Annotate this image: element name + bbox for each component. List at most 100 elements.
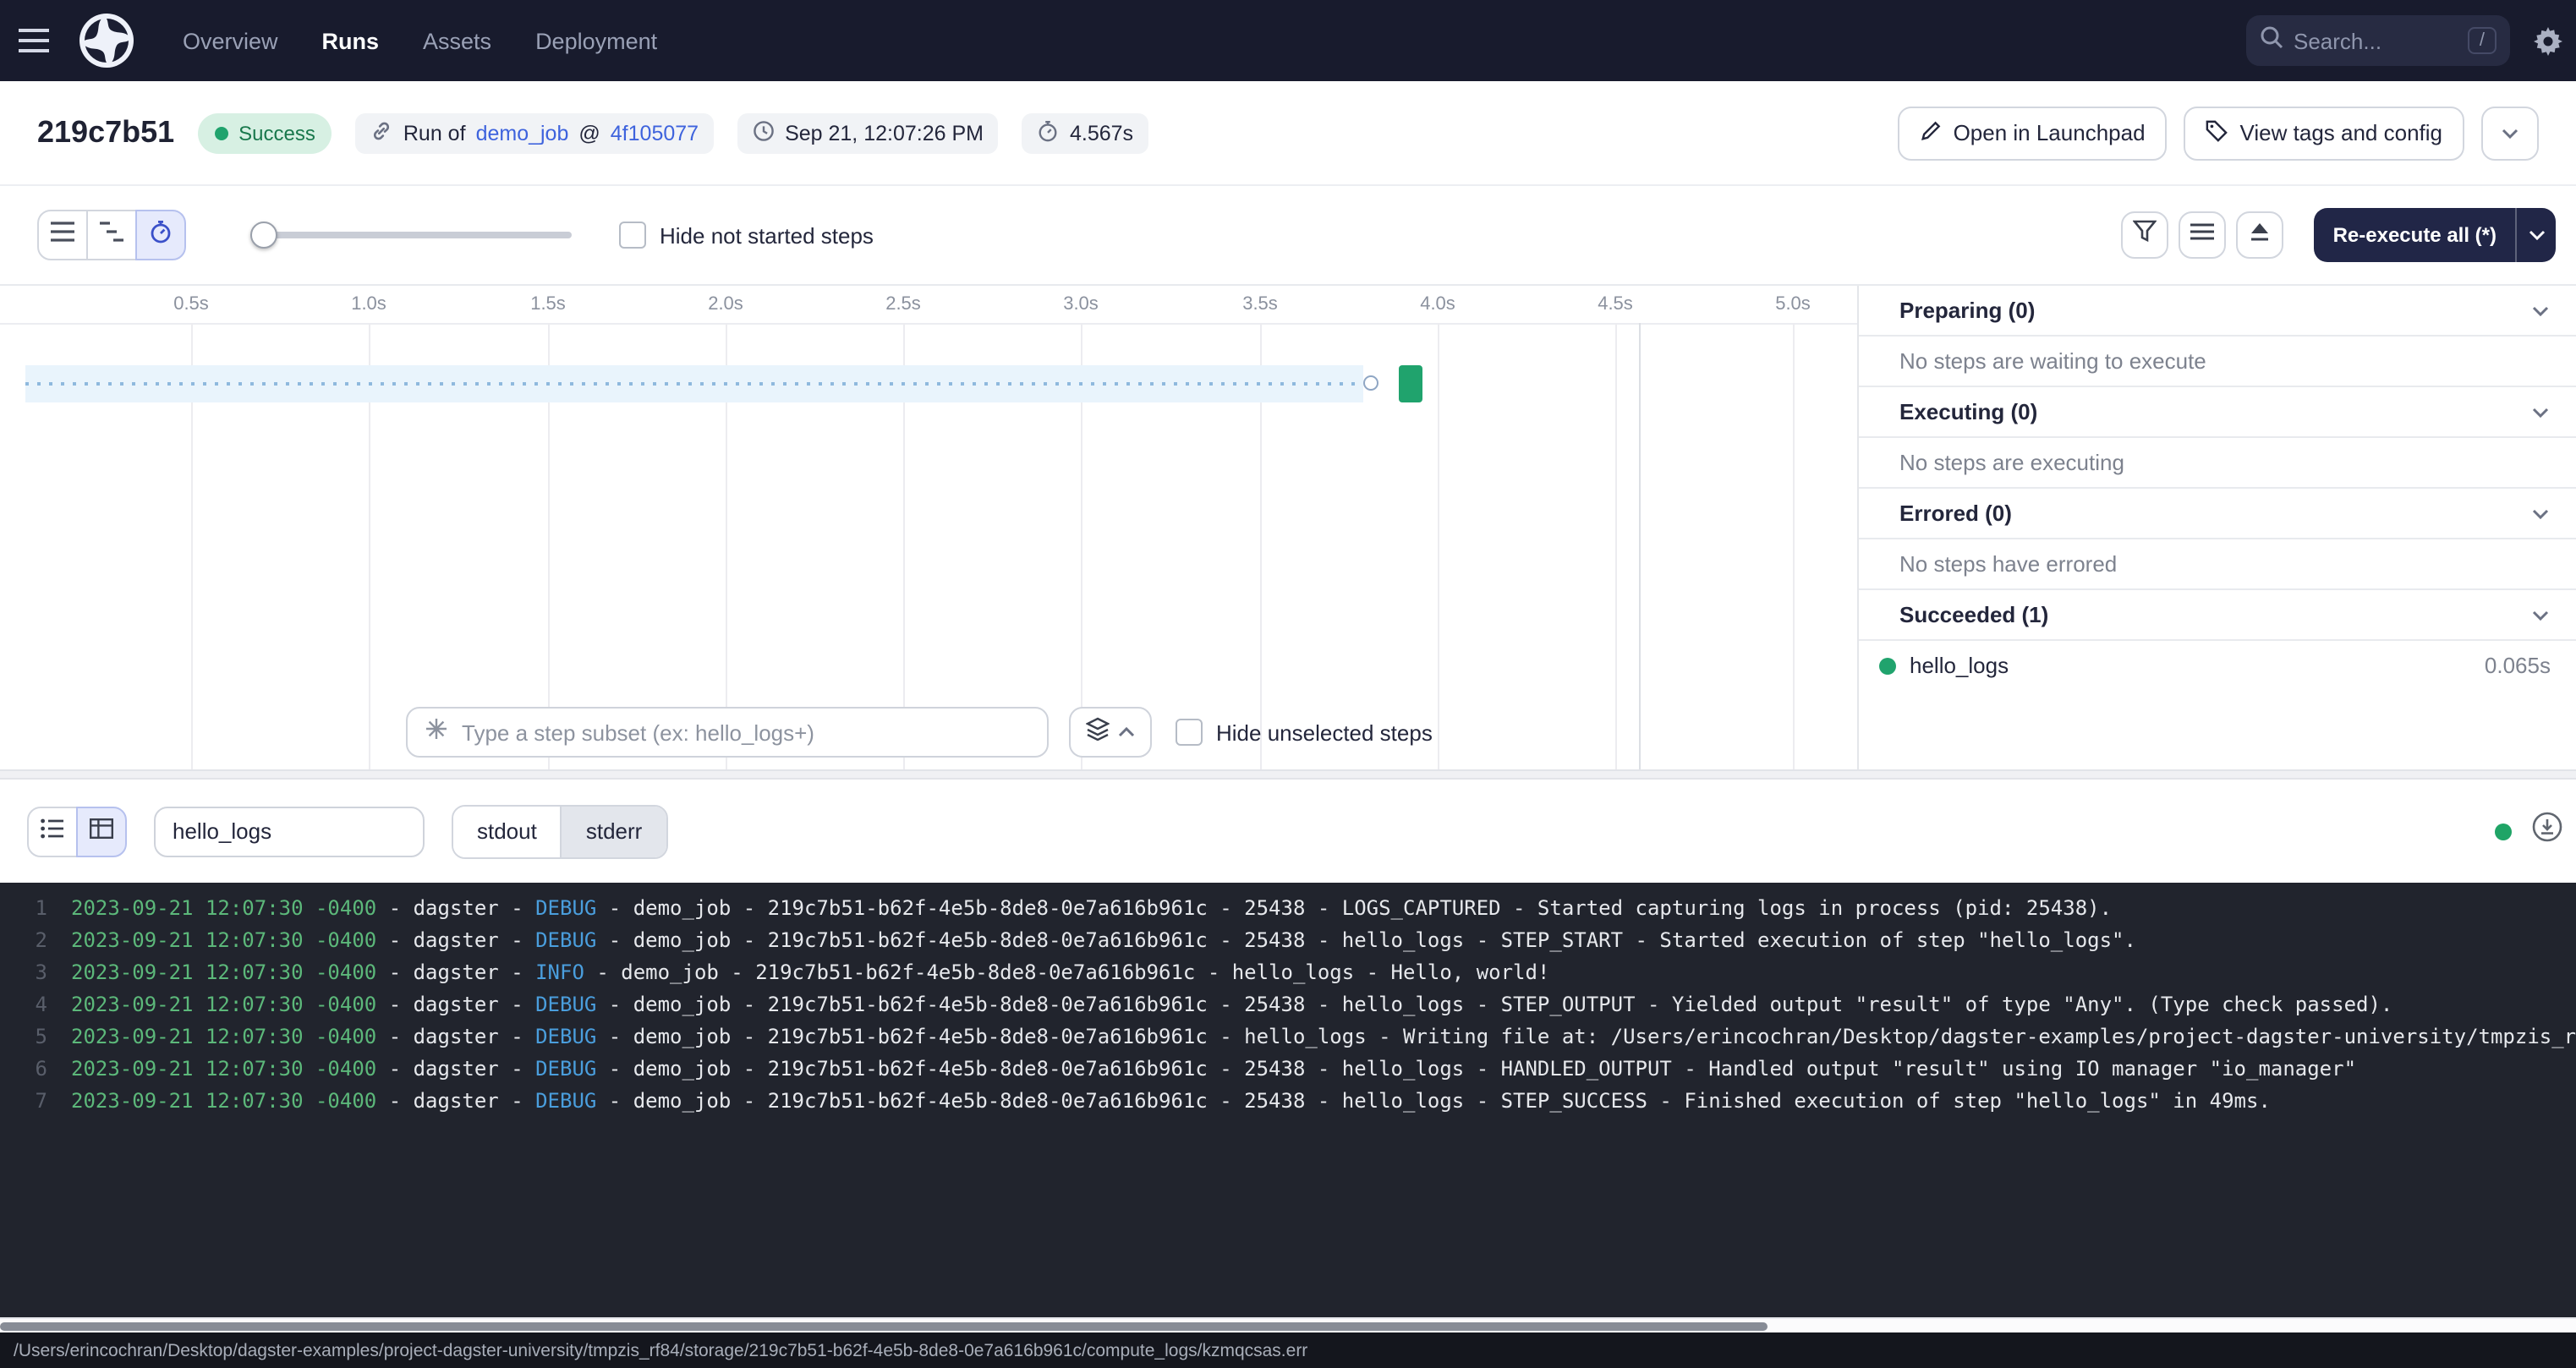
status-badge: Success — [198, 112, 332, 153]
nav-item-overview[interactable]: Overview — [183, 28, 278, 53]
rows-icon — [2191, 220, 2215, 250]
hide-unselected-checkbox[interactable] — [1176, 719, 1203, 746]
hamburger-menu-icon[interactable] — [0, 0, 68, 81]
gantt-view-mode-toggle — [37, 210, 186, 260]
flat-view-button[interactable] — [37, 210, 88, 260]
chevron-down-icon — [2532, 508, 2549, 518]
pencil-icon — [1920, 119, 1942, 146]
log-capture-status-dot — [2495, 823, 2512, 840]
chevron-down-icon — [2532, 305, 2549, 315]
succeeded-step-row[interactable]: hello_logs 0.065s — [1859, 641, 2576, 690]
snapshot-link[interactable]: 4f105077 — [611, 121, 699, 145]
axis-tick-label: 1.5s — [530, 294, 566, 315]
stopwatch-icon — [149, 219, 173, 251]
nav-item-assets[interactable]: Assets — [423, 28, 491, 53]
axis-tick-label: 3.5s — [1242, 294, 1278, 315]
run-gantt-section: 0.5s 1.0s 1.5s 2.0s 2.5s 3.0s 3.5s 4.0s … — [0, 284, 2576, 769]
step-duration: 0.065s — [2485, 653, 2551, 678]
view-tags-config-button[interactable]: View tags and config — [2184, 106, 2464, 160]
search-input[interactable] — [2294, 28, 2458, 53]
chevron-down-icon — [2528, 230, 2545, 240]
dagster-run-page: Overview Runs Assets Deployment / 219c7b… — [0, 0, 2576, 1368]
raw-log-view-button[interactable] — [76, 806, 127, 856]
log-line: 32023-09-21 12:07:30 -0400 - dagster - I… — [14, 957, 2576, 989]
nav-item-runs[interactable]: Runs — [322, 28, 380, 53]
log-stream-tabs: stdout stderr — [452, 804, 667, 858]
panel-section-executing[interactable]: Executing (0) — [1859, 387, 2576, 438]
tag-icon — [2206, 119, 2228, 146]
list-icon — [41, 816, 64, 846]
search-shortcut-hint: / — [2468, 27, 2497, 54]
panel-section-succeeded[interactable]: Succeeded (1) — [1859, 590, 2576, 641]
search-icon — [2260, 25, 2283, 57]
filter-icon — [2134, 220, 2157, 250]
log-line: 12023-09-21 12:07:30 -0400 - dagster - D… — [14, 893, 2576, 925]
top-nav: Overview Runs Assets Deployment / — [0, 0, 2576, 81]
eject-icon — [2249, 220, 2272, 250]
axis-tick-label: 4.5s — [1598, 294, 1633, 315]
gantt-bottom-controls: Hide unselected steps — [406, 707, 1433, 758]
reexecute-all-button[interactable]: Re-execute all (*) — [2315, 208, 2515, 262]
section-title: Executing (0) — [1899, 399, 2037, 424]
chevron-down-icon — [2532, 610, 2549, 620]
rows-button[interactable] — [2179, 211, 2227, 259]
log-line: 42023-09-21 12:07:30 -0400 - dagster - D… — [14, 989, 2576, 1021]
open-in-launchpad-button[interactable]: Open in Launchpad — [1898, 106, 2168, 160]
graph-query-toggle-button[interactable] — [1069, 707, 1152, 758]
hide-not-started-option[interactable]: Hide not started steps — [619, 222, 874, 249]
slider-knob[interactable] — [250, 222, 277, 249]
step-start-marker — [1363, 375, 1378, 391]
step-bar-hello-logs[interactable] — [1399, 365, 1422, 402]
axis-tick-label: 2.5s — [885, 294, 921, 315]
tab-stdout[interactable]: stdout — [453, 806, 561, 856]
gantt-chart: 0.5s 1.0s 1.5s 2.0s 2.5s 3.0s 3.5s 4.0s … — [0, 286, 1857, 769]
flat-list-icon — [51, 220, 74, 250]
gantt-gridline — [1615, 323, 1617, 769]
dagster-logo-icon[interactable] — [78, 12, 135, 69]
horizontal-resize-handle[interactable] — [0, 769, 2576, 780]
nav-item-deployment[interactable]: Deployment — [535, 28, 657, 53]
log-toolbar-right — [2495, 812, 2562, 851]
download-icon[interactable] — [2532, 812, 2562, 851]
step-subset-input[interactable] — [462, 720, 1030, 745]
section-title: Preparing (0) — [1899, 298, 2035, 323]
reexecute-dropdown-button[interactable] — [2515, 208, 2556, 262]
axis-tick-label: 2.0s — [708, 294, 743, 315]
timed-view-button[interactable] — [135, 210, 186, 260]
log-line: 62023-09-21 12:07:30 -0400 - dagster - D… — [14, 1053, 2576, 1086]
run-id-title: 219c7b51 — [37, 115, 174, 150]
filter-button[interactable] — [2122, 211, 2169, 259]
step-subset-inputbox — [406, 707, 1049, 758]
run-header-actions: Open in Launchpad View tags and config — [1898, 106, 2539, 160]
success-dot-icon — [215, 126, 228, 140]
log-line: 72023-09-21 12:07:30 -0400 - dagster - D… — [14, 1086, 2576, 1118]
log-step-filter-input[interactable] — [173, 818, 406, 844]
log-toolbar: stdout stderr — [0, 780, 2576, 883]
log-step-filter — [154, 806, 425, 856]
chevron-down-icon — [2502, 128, 2518, 138]
run-end-marker-line — [1639, 323, 1641, 769]
scroll-to-top-button[interactable] — [2237, 211, 2284, 259]
hide-unselected-option[interactable]: Hide unselected steps — [1176, 719, 1433, 746]
run-more-actions-button[interactable] — [2481, 106, 2539, 160]
structured-log-view-button[interactable] — [27, 806, 78, 856]
hide-not-started-checkbox[interactable] — [619, 222, 646, 249]
op-selector-icon — [425, 716, 448, 748]
run-header: 219c7b51 Success Run of demo_job @ 4f105… — [0, 81, 2576, 186]
log-file-path: /Users/erincochran/Desktop/dagster-examp… — [14, 1340, 1307, 1360]
horizontal-scrollbar — [0, 1317, 2576, 1332]
panel-section-preparing[interactable]: Preparing (0) — [1859, 286, 2576, 337]
gantt-zoom-slider[interactable] — [250, 210, 572, 260]
axis-divider — [0, 323, 1857, 325]
panel-section-errored[interactable]: Errored (0) — [1859, 489, 2576, 539]
scrollbar-thumb[interactable] — [0, 1322, 1768, 1331]
axis-tick-label: 0.5s — [173, 294, 209, 315]
global-search[interactable]: / — [2246, 15, 2510, 66]
timer-icon — [1038, 119, 1060, 146]
waterfall-view-button[interactable] — [86, 210, 137, 260]
gear-icon[interactable] — [2534, 26, 2562, 55]
reexecute-split-button: Re-execute all (*) — [2315, 208, 2556, 262]
tab-stderr[interactable]: stderr — [561, 806, 666, 856]
log-file-path-bar: /Users/erincochran/Desktop/dagster-examp… — [0, 1332, 2576, 1368]
job-link[interactable]: demo_job — [476, 121, 569, 145]
